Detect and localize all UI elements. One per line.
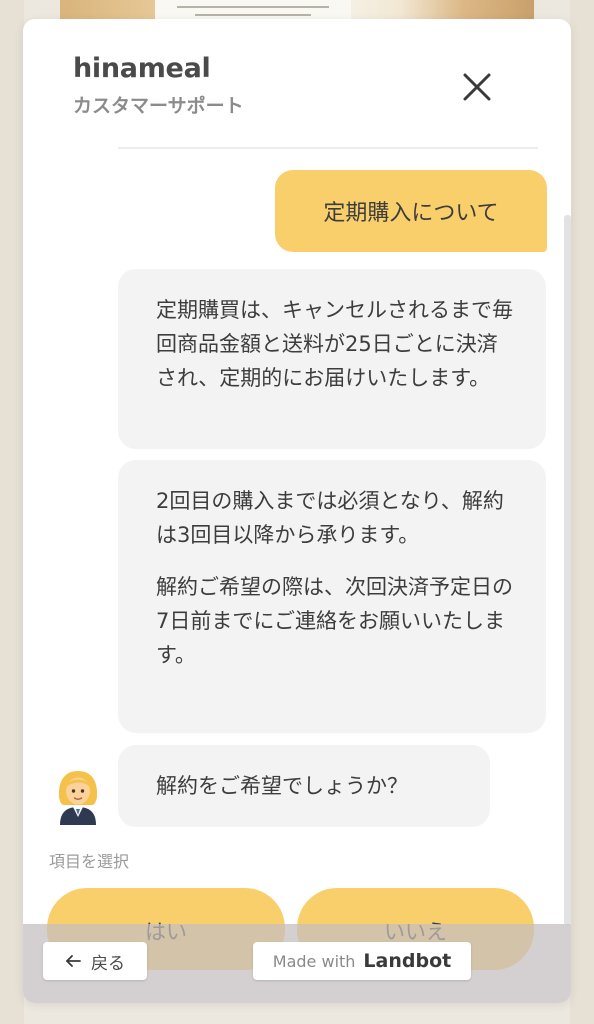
select-prompt: 項目を選択 — [49, 852, 130, 871]
message-list: 定期購入について 定期購買は、キャンセルされるまで毎回商品金額と送料が25日ごと… — [23, 149, 571, 949]
chat-widget: hinameal カスタマーサポート 定期購入について 定期購買は、キャンセルさ… — [23, 19, 571, 1003]
close-icon — [463, 73, 491, 101]
chat-footer: 戻る Made with Landbot — [23, 924, 571, 1003]
bot-message-text: 解約ご希望の際は、次回決済予定日の7日前までにご連絡をお願いいたします。 — [156, 575, 513, 667]
made-with-text: Made with — [272, 951, 356, 971]
bot-message-text: 解約をご希望でしょうか？ — [156, 774, 408, 798]
page-background-left — [0, 0, 24, 1024]
close-button[interactable] — [457, 67, 497, 107]
bot-message-bubble: 定期購買は、キャンセルされるまで毎回商品金額と送料が25日ごとに決済され、定期的… — [118, 269, 546, 449]
woman-office-worker-icon — [56, 769, 100, 825]
bot-message-text: 2回目の購入までは必須となり、解約は3回目以降から承ります。 — [156, 489, 504, 547]
chat-header: hinameal カスタマーサポート — [23, 19, 571, 139]
arrow-left-icon — [66, 955, 81, 967]
message-scrollbar[interactable] — [564, 215, 571, 925]
page-background-right — [570, 0, 594, 1024]
bot-message-text: 定期購買は、キャンセルされるまで毎回商品金額と送料が25日ごとに決済され、定期的… — [156, 298, 513, 390]
brand-name: hinameal — [73, 53, 211, 84]
made-with-landbot-link[interactable]: Made with Landbot — [253, 942, 471, 980]
bot-message-bubble: 2回目の購入までは必須となり、解約は3回目以降から承ります。 解約ご希望の際は、… — [118, 460, 546, 733]
landbot-logo: Landbot — [363, 950, 452, 972]
header-subtitle: カスタマーサポート — [73, 95, 244, 117]
back-button[interactable]: 戻る — [43, 942, 147, 980]
user-message-bubble: 定期購入について — [275, 170, 547, 252]
user-message-text: 定期購入について — [323, 201, 499, 226]
back-label: 戻る — [91, 953, 125, 974]
bot-message-bubble: 解約をご希望でしょうか？ — [118, 745, 490, 827]
